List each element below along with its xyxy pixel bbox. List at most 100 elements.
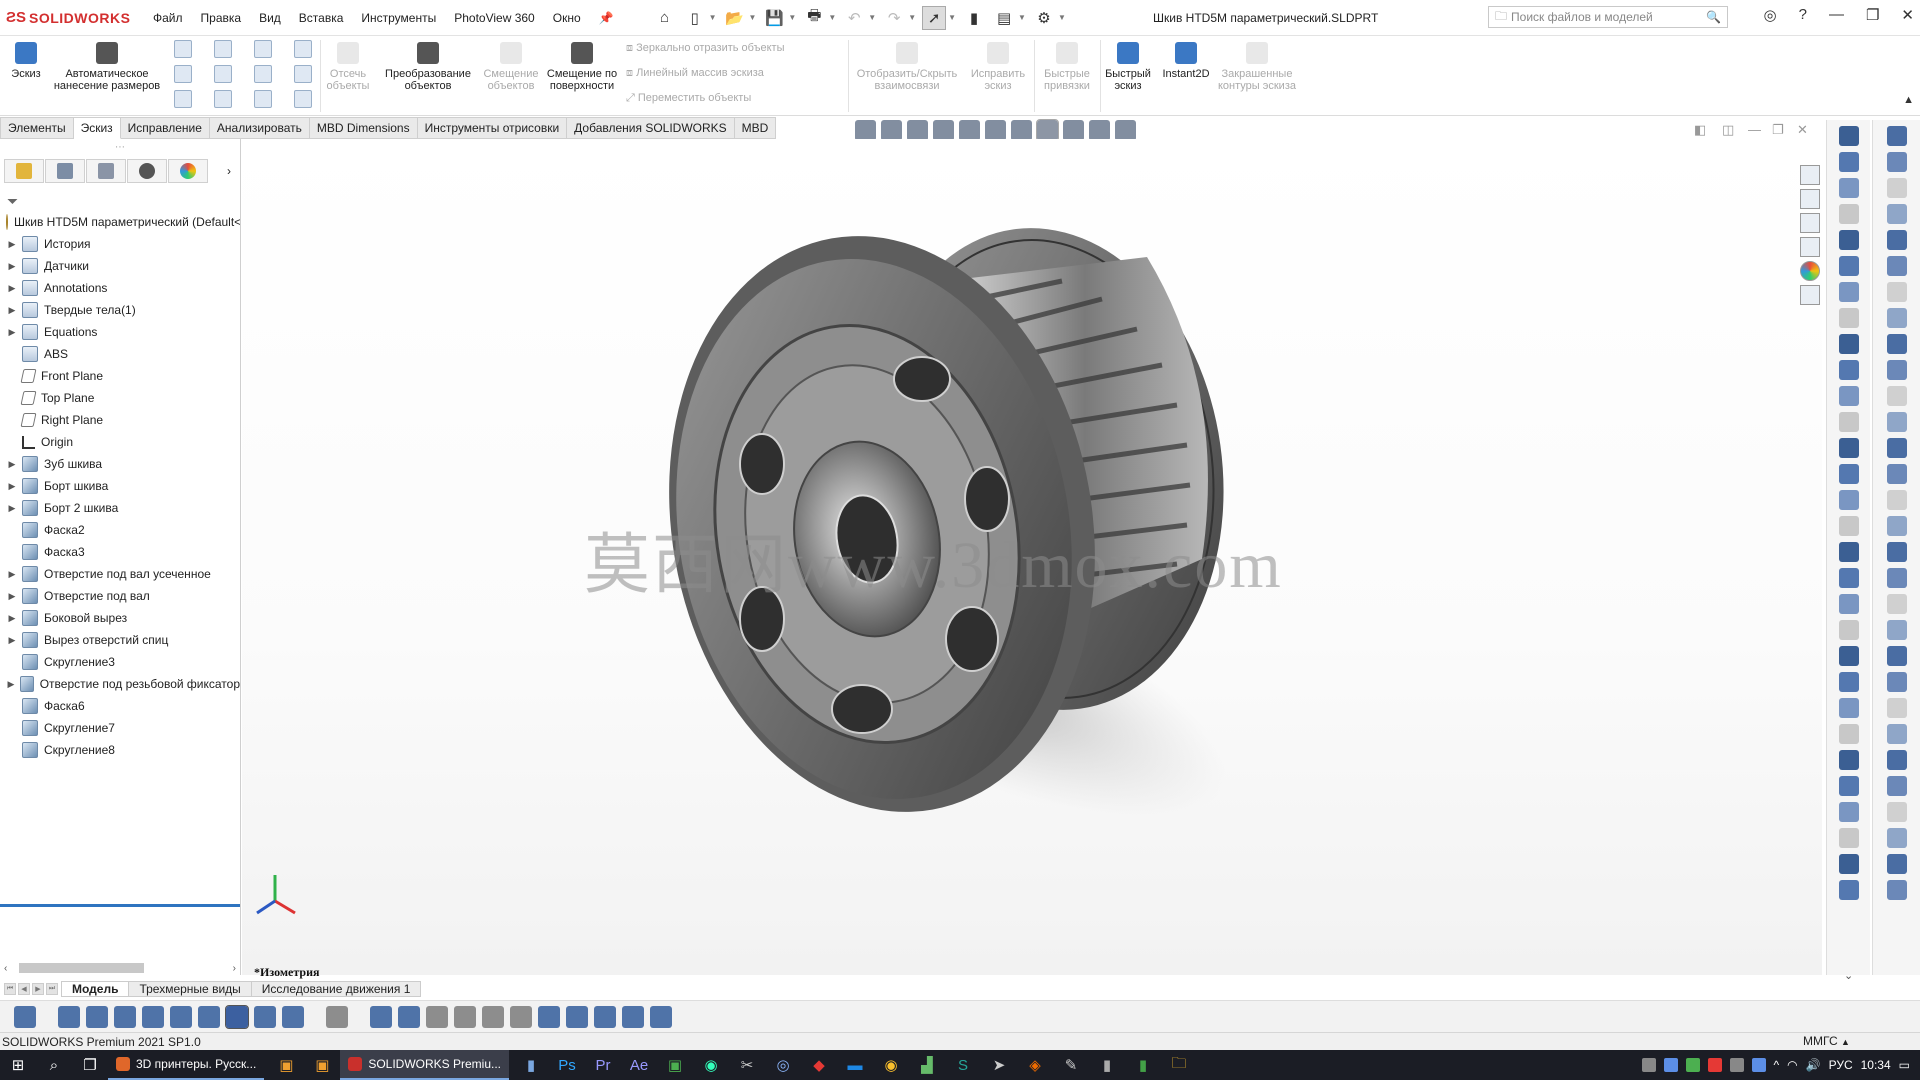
menu-file[interactable]: Файл	[144, 11, 192, 25]
rtool2-tool-icon[interactable]	[1886, 698, 1907, 718]
rtool2-tool-icon[interactable]	[1886, 334, 1907, 354]
tile-views-icon[interactable]: ◧	[1694, 122, 1706, 138]
rtool2-tool-icon[interactable]	[1886, 724, 1907, 744]
rtool2-tool-icon[interactable]	[1886, 776, 1907, 796]
move-entities-button[interactable]: ⤢ Переместить объекты	[626, 92, 751, 105]
horizontal-scrollbar[interactable]: ‹ ›	[4, 961, 236, 975]
doc-close-icon[interactable]: ✕	[1797, 122, 1808, 138]
rebuild-icon[interactable]: ▮	[962, 6, 986, 30]
offset-surface-button[interactable]: Смещение по поверхности	[546, 42, 618, 92]
rtool1-tool-icon[interactable]	[1838, 490, 1859, 510]
trimetric-view-icon[interactable]	[254, 1005, 276, 1028]
options-gear-icon[interactable]: ⚙	[1032, 6, 1056, 30]
chevron-up-icon[interactable]: ^	[1774, 1058, 1780, 1072]
section-icon[interactable]	[650, 1005, 672, 1028]
rtool2-tool-icon[interactable]	[1886, 152, 1907, 172]
rtool2-tool-icon[interactable]	[1886, 256, 1907, 276]
search-icon[interactable]: 🔍	[1706, 10, 1721, 24]
tree-item[interactable]: ▶ Отверстие под вал	[0, 585, 240, 607]
expand-arrow-icon[interactable]: ▶	[6, 327, 18, 338]
display-style-icon[interactable]	[1011, 120, 1032, 141]
design-library-icon[interactable]	[1800, 189, 1820, 209]
expand-arrow-icon[interactable]: ▶	[6, 239, 18, 250]
taskbar-app-browser[interactable]: 3D принтеры. Русск...	[108, 1050, 265, 1080]
tree-item[interactable]: ▶ Отверстие под резьбовой фиксатор	[0, 673, 240, 695]
tab-dimxpertmanager[interactable]	[127, 159, 167, 183]
help-icon[interactable]: ?	[1799, 6, 1807, 24]
app-icon-7[interactable]: ▬	[844, 1054, 866, 1076]
tab-model[interactable]: Модель	[61, 981, 130, 997]
left-view-icon[interactable]	[114, 1005, 136, 1028]
rtool2-tool-icon[interactable]	[1886, 282, 1907, 302]
line-icon[interactable]	[174, 40, 192, 58]
tree-item[interactable]: Скругление8	[0, 739, 240, 761]
construction-icon[interactable]	[294, 40, 312, 58]
first-tab-icon[interactable]: ⏮	[4, 983, 16, 995]
rtool1-tool-icon[interactable]	[1838, 828, 1859, 848]
rtool1-tool-icon[interactable]	[1838, 256, 1859, 276]
chevron-down-icon[interactable]: ▼	[788, 13, 796, 22]
right-view-icon[interactable]	[142, 1005, 164, 1028]
file-explorer-icon[interactable]	[1800, 213, 1820, 233]
chevron-down-icon[interactable]: ▼	[908, 13, 916, 22]
rtool2-tool-icon[interactable]	[1886, 490, 1907, 510]
photoshop-icon[interactable]: Ps	[556, 1054, 578, 1076]
hidden-lines-removed-icon[interactable]	[482, 1005, 504, 1028]
tab-features[interactable]: Элементы	[0, 117, 74, 139]
filter-icon[interactable]: ⏷	[7, 193, 18, 210]
rtool1-tool-icon[interactable]	[1838, 880, 1859, 900]
tree-item[interactable]: ▶ Борт шкива	[0, 475, 240, 497]
point-icon[interactable]	[214, 90, 232, 108]
collapse-ribbon-icon[interactable]: ▲	[1903, 94, 1914, 106]
sketch-pen-icon[interactable]	[326, 1005, 348, 1028]
app-icon-6[interactable]: ◆	[808, 1054, 830, 1076]
linear-pattern-button[interactable]: ⧈ Линейный массив эскиза	[626, 67, 764, 80]
normal-to-icon[interactable]	[14, 1005, 36, 1028]
rtool2-tool-icon[interactable]	[1886, 386, 1907, 406]
zoom-to-area-icon[interactable]	[881, 120, 902, 141]
windows-start-icon[interactable]: ⊞	[7, 1054, 29, 1076]
tab-motion-study[interactable]: Исследование движения 1	[250, 981, 422, 997]
print-icon[interactable]: 🖶	[802, 6, 826, 30]
rtool2-tool-icon[interactable]	[1886, 126, 1907, 146]
file-explorer-icon[interactable]: 🗀	[1168, 1054, 1190, 1076]
app-icon-4[interactable]: ✂	[736, 1054, 758, 1076]
dynamic-annotation-icon[interactable]	[959, 120, 980, 141]
rtool1-tool-icon[interactable]	[1838, 724, 1859, 744]
text-icon[interactable]	[294, 65, 312, 83]
app-icon-11[interactable]: ◈	[1024, 1054, 1046, 1076]
polygon-icon[interactable]	[214, 65, 232, 83]
shaded-edges-icon[interactable]	[510, 1005, 532, 1028]
shaded-contours-button[interactable]: Закрашенные контуры эскиза	[1218, 42, 1296, 92]
app-icon-13[interactable]: ▮	[1096, 1054, 1118, 1076]
tree-item[interactable]: Скругление7	[0, 717, 240, 739]
zoom-to-fit-icon[interactable]	[855, 120, 876, 141]
rtool1-tool-icon[interactable]	[1838, 178, 1859, 198]
tree-item[interactable]: Скругление3	[0, 651, 240, 673]
front-view-icon[interactable]	[58, 1005, 80, 1028]
rtool1-tool-icon[interactable]	[1838, 230, 1859, 250]
app-icon-10[interactable]: ➤	[988, 1054, 1010, 1076]
shaded-icon[interactable]	[398, 1005, 420, 1028]
tree-item[interactable]: ▶ Вырез отверстий спиц	[0, 629, 240, 651]
tab-3d-views[interactable]: Трехмерные виды	[128, 981, 252, 997]
rtool1-tool-icon[interactable]	[1838, 542, 1859, 562]
new-document-icon[interactable]: ▯	[683, 6, 707, 30]
tab-mbd[interactable]: MBD	[734, 117, 777, 139]
app-icon-8[interactable]: ▟	[916, 1054, 938, 1076]
graphics-area[interactable]: 莫西网www.3dmox.com *Изометрия ⌄	[242, 139, 1853, 982]
rtool2-tool-icon[interactable]	[1886, 828, 1907, 848]
view-settings-icon[interactable]	[1115, 120, 1136, 141]
home-icon[interactable]: ⌂	[653, 6, 677, 30]
rtool2-tool-icon[interactable]	[1886, 308, 1907, 328]
rtool1-tool-icon[interactable]	[1838, 750, 1859, 770]
convert-entities-button[interactable]: Преобразование объектов	[378, 42, 478, 92]
chevron-down-icon[interactable]: ▼	[1018, 13, 1026, 22]
last-tab-icon[interactable]: ⏭	[46, 983, 58, 995]
close-icon[interactable]: ✕	[1901, 6, 1914, 24]
tree-item[interactable]: ▶ Зуб шкива	[0, 453, 240, 475]
isometric-view-icon[interactable]	[225, 1004, 249, 1029]
tree-item[interactable]: ▶ Борт 2 шкива	[0, 497, 240, 519]
app-icon-3[interactable]: ◉	[700, 1054, 722, 1076]
app-icon-12[interactable]: ✎	[1060, 1054, 1082, 1076]
